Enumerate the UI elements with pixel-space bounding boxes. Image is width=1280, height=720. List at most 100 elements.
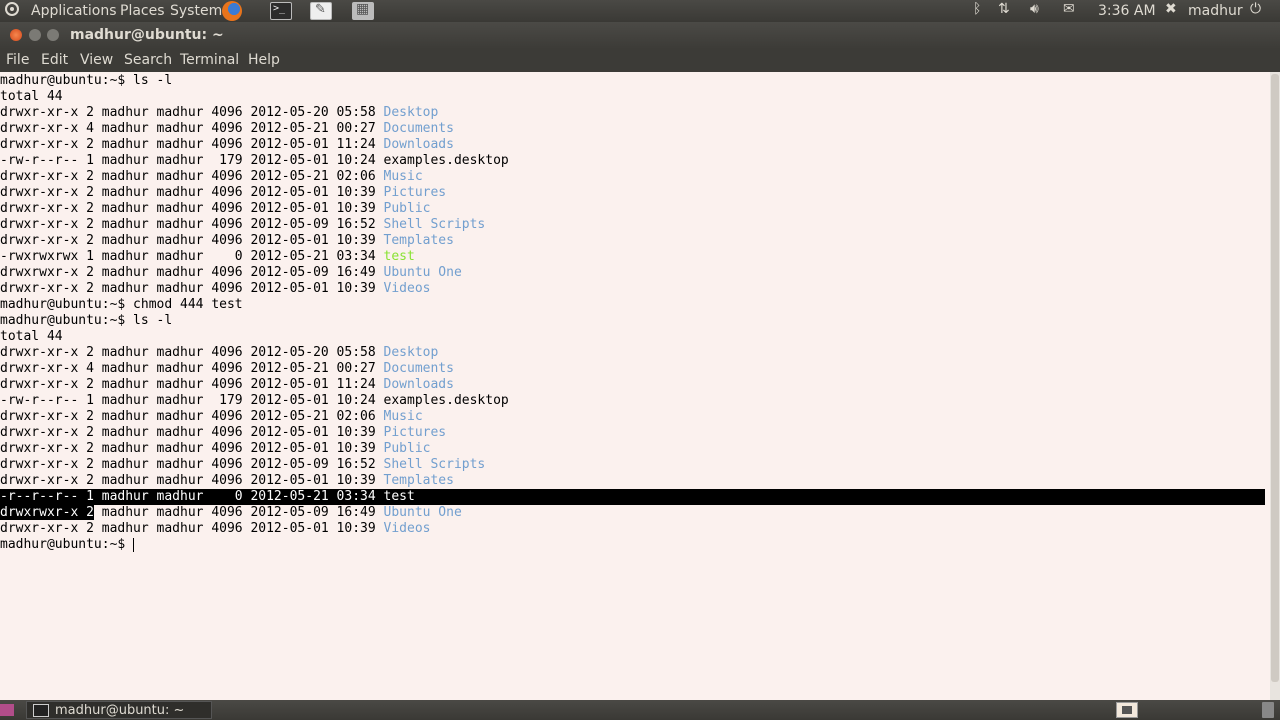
terminal-line: drwxr-xr-x 2 madhur madhur 4096 2012-05-…: [0, 441, 430, 457]
menu-applications[interactable]: Applications: [31, 2, 117, 20]
workspace-switcher[interactable]: [1116, 702, 1138, 718]
line-filename: Videos: [383, 521, 431, 536]
line-filename: Public: [383, 201, 431, 216]
terminal-launcher-icon[interactable]: [270, 2, 292, 20]
firefox-icon[interactable]: [222, 1, 242, 21]
terminal-line: drwxr-xr-x 2 madhur madhur 4096 2012-05-…: [0, 281, 430, 297]
line-prefix: drwxr-xr-x 2 madhur madhur 4096 2012-05-…: [0, 425, 384, 440]
line-filename: Ubuntu One: [383, 265, 462, 280]
trash-icon[interactable]: [1262, 702, 1274, 718]
terminal-menubar: File Edit View Search Terminal Help: [0, 49, 1280, 72]
terminal-line: total 44: [0, 89, 63, 105]
line-filename: Desktop: [383, 345, 439, 360]
line-filename: Downloads: [383, 377, 454, 392]
menu-help[interactable]: Help: [248, 52, 280, 68]
terminal-line: drwxr-xr-x 2 madhur madhur 4096 2012-05-…: [0, 425, 446, 441]
terminal-line: -r--r--r-- 1 madhur madhur 0 2012-05-21 …: [0, 489, 1265, 505]
line-prefix: drwxr-xr-x 2 madhur madhur 4096 2012-05-…: [0, 521, 384, 536]
text-editor-launcher-icon[interactable]: [310, 2, 332, 20]
terminal-line: drwxrwxr-x 2 madhur madhur 4096 2012-05-…: [0, 505, 462, 521]
top-panel: Applications Places System ᛒ ⇅ 🔊︎ ✉ 3:36…: [0, 0, 1280, 22]
user-switch-icon[interactable]: ✖: [1165, 1, 1177, 17]
line-prefix: drwxr-xr-x 2 madhur madhur 4096 2012-05-…: [0, 473, 384, 488]
minimize-window-button[interactable]: [29, 29, 41, 41]
menu-places[interactable]: Places: [120, 2, 165, 20]
terminal-line: drwxr-xr-x 2 madhur madhur 4096 2012-05-…: [0, 169, 423, 185]
line-filename: Documents: [383, 361, 454, 376]
line-prefix: drwxr-xr-x 2 madhur madhur 4096 2012-05-…: [0, 233, 384, 248]
line-prefix: drwxr-xr-x 2 madhur madhur 4096 2012-05-…: [0, 201, 384, 216]
line-prefix: drwxr-xr-x 2 madhur madhur 4096 2012-05-…: [0, 169, 384, 184]
line-filename: Pictures: [383, 425, 447, 440]
terminal-scrollbar[interactable]: [1270, 72, 1280, 700]
menu-file[interactable]: File: [6, 52, 29, 68]
line-prefix: drwxr-xr-x 4 madhur madhur 4096 2012-05-…: [0, 361, 384, 376]
line-prefix: drwxr-xr-x 2 madhur madhur 4096 2012-05-…: [0, 345, 384, 360]
menu-edit[interactable]: Edit: [41, 52, 68, 68]
network-icon[interactable]: ⇅: [998, 1, 1010, 17]
window-titlebar[interactable]: madhur@ubuntu: ~: [0, 22, 1280, 49]
terminal-line: drwxr-xr-x 2 madhur madhur 4096 2012-05-…: [0, 473, 454, 489]
menu-view[interactable]: View: [80, 52, 113, 68]
menu-terminal[interactable]: Terminal: [180, 52, 239, 68]
clock[interactable]: 3:36 AM: [1098, 2, 1156, 20]
line-prefix: drwxr-xr-x 2 madhur madhur 4096 2012-05-…: [0, 185, 384, 200]
terminal-output[interactable]: madhur@ubuntu:~$ ls -l total 44 drwxr-xr-x…: [0, 72, 1270, 700]
terminal-line: madhur@ubuntu:~$ ls -l: [0, 73, 172, 89]
terminal-line: drwxr-xr-x 2 madhur madhur 4096 2012-05-…: [0, 345, 438, 361]
line-prefix: -rw-r--r-- 1 madhur madhur 179 2012-05-0…: [0, 393, 384, 408]
calculator-launcher-icon[interactable]: [352, 1, 374, 20]
line-prefix: total 44: [0, 89, 63, 104]
line-filename: Templates: [383, 233, 454, 248]
terminal-line: drwxr-xr-x 2 madhur madhur 4096 2012-05-…: [0, 377, 454, 393]
ubuntu-logo-icon[interactable]: [5, 2, 19, 16]
taskbar-terminal-label: madhur@ubuntu: ~: [55, 703, 185, 718]
line-filename: Music: [383, 409, 423, 424]
line-prefix: madhur@ubuntu:~$ chmod 444 test: [0, 297, 243, 312]
terminal-line: -rwxrwxrwx 1 madhur madhur 0 2012-05-21 …: [0, 249, 415, 265]
user-name[interactable]: madhur: [1188, 2, 1243, 20]
line-prefix: -r--r--r-- 1 madhur madhur 0 2012-05-21 …: [0, 489, 384, 504]
line-filename: Shell Scripts: [383, 217, 486, 232]
power-icon[interactable]: ⏻: [1250, 1, 1261, 17]
terminal-line: drwxr-xr-x 4 madhur madhur 4096 2012-05-…: [0, 361, 454, 377]
line-prefix: madhur@ubuntu:~$ ls -l: [0, 73, 173, 88]
terminal-line: drwxr-xr-x 2 madhur madhur 4096 2012-05-…: [0, 409, 423, 425]
mail-icon[interactable]: ✉: [1063, 1, 1075, 17]
scrollbar-thumb[interactable]: [1271, 74, 1279, 682]
line-prefix: -rw-r--r-- 1 madhur madhur 179 2012-05-0…: [0, 153, 384, 168]
line-prefix: drwxr-xr-x 2 madhur madhur 4096 2012-05-…: [0, 105, 384, 120]
bluetooth-icon[interactable]: ᛒ: [973, 1, 981, 17]
line-prefix: total 44: [0, 329, 63, 344]
terminal-line: drwxr-xr-x 2 madhur madhur 4096 2012-05-…: [0, 185, 446, 201]
line-prefix: madhur madhur 4096 2012-05-09 16:49: [93, 505, 384, 520]
line-filename: Desktop: [383, 105, 439, 120]
line-prefix: drwxrwxr-x 2 madhur madhur 4096 2012-05-…: [0, 265, 384, 280]
maximize-window-button[interactable]: [47, 29, 59, 41]
close-window-button[interactable]: [10, 29, 22, 41]
bottom-panel: madhur@ubuntu: ~: [0, 700, 1280, 720]
text-cursor: [133, 537, 135, 552]
line-filename: Music: [383, 169, 423, 184]
line-filename: Shell Scripts: [383, 457, 486, 472]
show-desktop-icon[interactable]: [0, 704, 14, 716]
terminal-line: madhur@ubuntu:~$ chmod 444 test: [0, 297, 243, 313]
terminal-task-icon: [33, 704, 49, 717]
menu-search[interactable]: Search: [124, 52, 172, 68]
volume-icon[interactable]: 🔊︎: [1030, 1, 1039, 17]
terminal-line: drwxr-xr-x 2 madhur madhur 4096 2012-05-…: [0, 457, 485, 473]
line-prefix: drwxr-xr-x 2 madhur madhur 4096 2012-05-…: [0, 409, 384, 424]
line-filename: test: [383, 489, 415, 504]
taskbar-terminal-button[interactable]: madhur@ubuntu: ~: [26, 701, 212, 719]
line-filename: Templates: [383, 473, 454, 488]
terminal-line: drwxr-xr-x 4 madhur madhur 4096 2012-05-…: [0, 121, 454, 137]
terminal-line: madhur@ubuntu:~$: [0, 537, 135, 553]
line-prefix: drwxr-xr-x 2 madhur madhur 4096 2012-05-…: [0, 457, 384, 472]
terminal-line: drwxr-xr-x 2 madhur madhur 4096 2012-05-…: [0, 217, 485, 233]
selected-text: drwxrwxr-x 2: [0, 505, 94, 520]
line-prefix: drwxr-xr-x 4 madhur madhur 4096 2012-05-…: [0, 121, 384, 136]
line-prefix: madhur@ubuntu:~$: [0, 537, 134, 552]
menu-system[interactable]: System: [170, 2, 222, 20]
line-filename: Videos: [383, 281, 431, 296]
terminal-line: drwxrwxr-x 2 madhur madhur 4096 2012-05-…: [0, 265, 462, 281]
